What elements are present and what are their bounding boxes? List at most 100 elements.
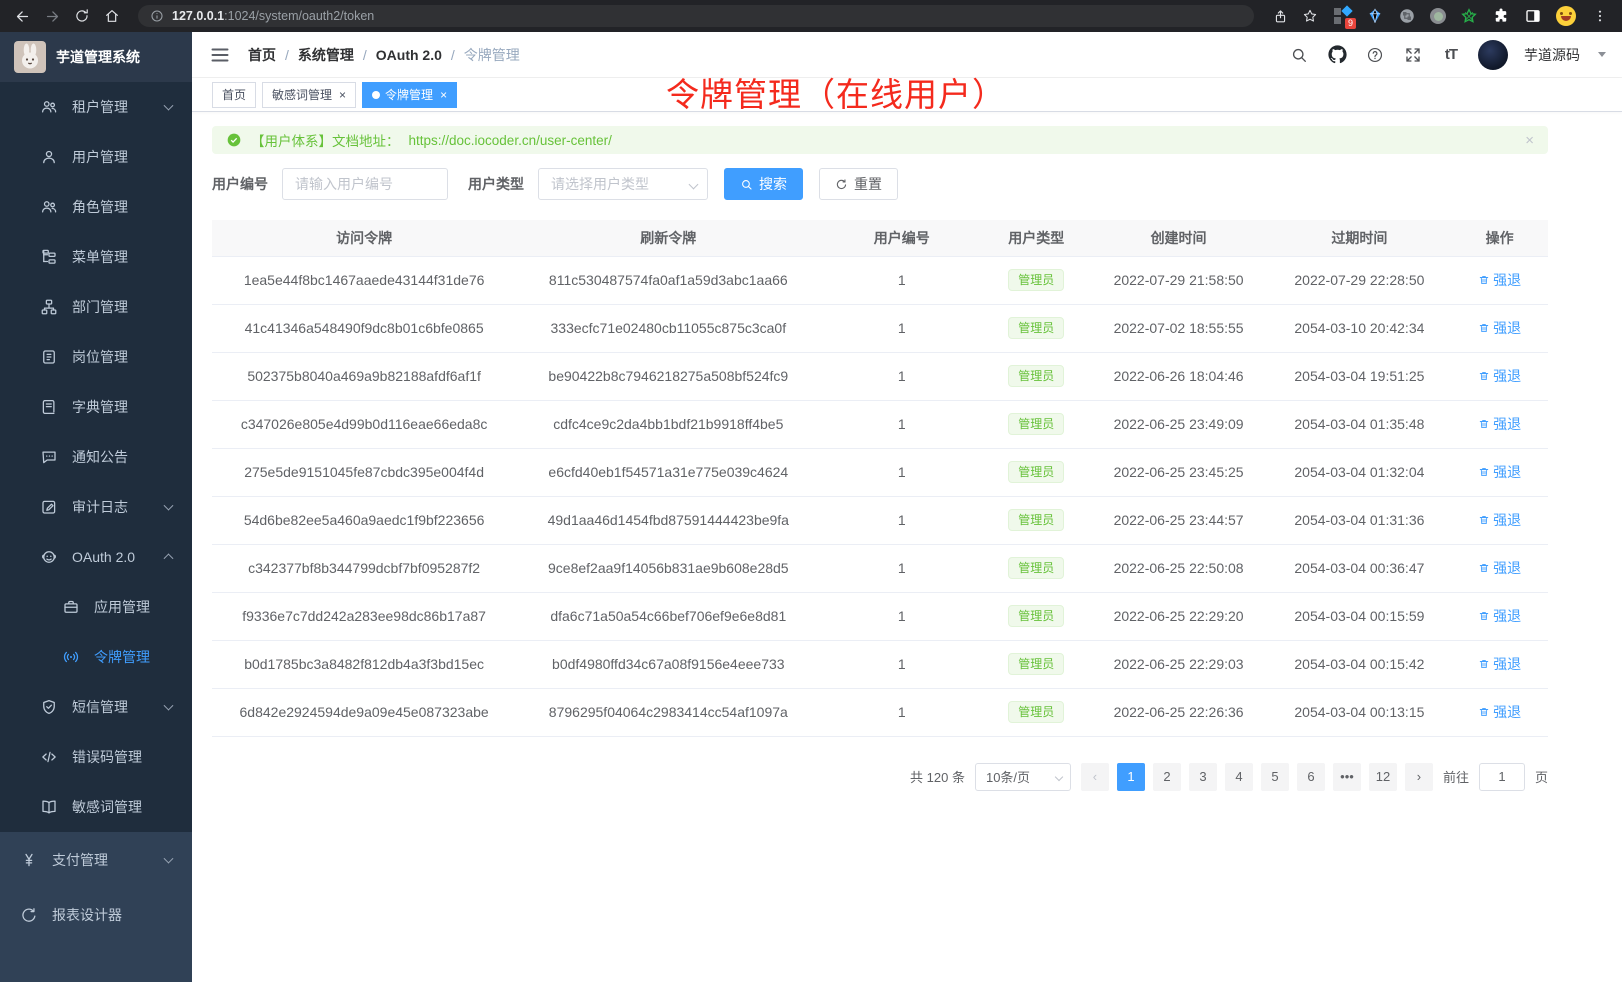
caret-down-icon[interactable] — [1598, 52, 1606, 57]
site-info-icon[interactable] — [150, 9, 164, 23]
browser-reload-button[interactable] — [70, 4, 94, 28]
sidebar-item[interactable]: 错误码管理 — [0, 732, 192, 782]
force-logout-button[interactable]: 强退 — [1478, 654, 1521, 674]
goto-page-input[interactable] — [1479, 763, 1525, 791]
username[interactable]: 芋道源码 — [1524, 45, 1580, 65]
sidebar-item[interactable]: 支付管理 — [0, 832, 192, 887]
search-icon[interactable] — [1288, 44, 1310, 66]
address-bar[interactable]: 127.0.0.1:1024/system/oauth2/token — [138, 5, 1254, 27]
close-icon[interactable]: × — [440, 89, 447, 101]
force-logout-button[interactable]: 强退 — [1478, 462, 1521, 482]
help-icon[interactable] — [1364, 44, 1386, 66]
reset-button[interactable]: 重置 — [819, 168, 898, 200]
page-number-button[interactable]: ••• — [1333, 763, 1361, 791]
page-number-button[interactable]: 1 — [1117, 763, 1145, 791]
user-avatar[interactable] — [1478, 40, 1508, 70]
sidebar-item[interactable]: 通知公告 — [0, 432, 192, 482]
force-logout-button[interactable]: 强退 — [1478, 702, 1521, 722]
alert-close-icon[interactable]: × — [1525, 132, 1534, 149]
sidebar-item[interactable]: 用户管理 — [0, 132, 192, 182]
page-number-button[interactable]: 5 — [1261, 763, 1289, 791]
page-size-select[interactable]: 10条/页 — [975, 763, 1071, 791]
force-logout-button[interactable]: 强退 — [1478, 366, 1521, 386]
search-form: 用户编号 用户类型 请选择用户类型 搜索 重置 — [212, 168, 1548, 200]
access-token-cell: b0d1785bc3a8482f812db4a3f3bd15ec — [212, 640, 516, 688]
browser-back-button[interactable] — [10, 4, 34, 28]
share-icon[interactable] — [1268, 4, 1292, 28]
page-number-button[interactable]: 6 — [1297, 763, 1325, 791]
github-icon[interactable] — [1326, 44, 1348, 66]
sidebar-item[interactable]: 租户管理 — [0, 82, 192, 132]
sidebar-item[interactable]: OAuth 2.0 — [0, 532, 192, 582]
access-token-cell: 41c41346a548490f9dc8b01c6bfe0865 — [212, 304, 516, 352]
refresh-token-cell: 333ecfc71e02480cb11055c875c3ca0f — [516, 304, 820, 352]
prev-page-button[interactable]: ‹ — [1081, 763, 1109, 791]
app-logo[interactable]: 芋道管理系统 — [0, 32, 192, 82]
sidebar-item[interactable]: 报表设计器 — [0, 887, 192, 942]
browser-home-button[interactable] — [100, 4, 124, 28]
sidebar-item[interactable]: 岗位管理 — [0, 332, 192, 382]
search-button-label: 搜索 — [759, 174, 787, 194]
sidebar-item[interactable]: 应用管理 — [0, 582, 192, 632]
force-logout-button[interactable]: 强退 — [1478, 318, 1521, 338]
browser-menu-icon[interactable] — [1588, 4, 1612, 28]
sidebar-item-label: 字典管理 — [72, 397, 128, 417]
sidebar-collapse-icon[interactable] — [208, 44, 230, 66]
sidebar-item[interactable]: 角色管理 — [0, 182, 192, 232]
user-type-badge: 管理员 — [1008, 317, 1064, 339]
sidebar-item-icon — [20, 906, 38, 924]
side-panel-icon[interactable] — [1524, 7, 1542, 25]
sidebar-item[interactable]: 审计日志 — [0, 482, 192, 532]
alert-doc-link[interactable]: https://doc.iocoder.cn/user-center/ — [409, 133, 612, 148]
fullscreen-icon[interactable] — [1402, 44, 1424, 66]
page-tab[interactable]: 令牌管理 × — [362, 82, 457, 108]
sidebar-item[interactable]: 敏感词管理 — [0, 782, 192, 832]
star-extension-icon[interactable] — [1460, 7, 1478, 25]
sidebar-item-label: 短信管理 — [72, 697, 128, 717]
sidebar-menu-bottom: 支付管理 报表设计器 — [0, 832, 192, 942]
browser-forward-button[interactable] — [40, 4, 64, 28]
user-id-input[interactable] — [282, 168, 448, 200]
next-page-button[interactable]: › — [1405, 763, 1433, 791]
settings-extension-icon[interactable] — [1398, 7, 1416, 25]
close-icon[interactable]: × — [339, 89, 346, 101]
page-number-button[interactable]: 2 — [1153, 763, 1181, 791]
create-time-cell: 2022-06-25 22:29:03 — [1090, 640, 1268, 688]
force-logout-button[interactable]: 强退 — [1478, 510, 1521, 530]
force-logout-button[interactable]: 强退 — [1478, 558, 1521, 578]
font-size-icon[interactable]: tT — [1440, 44, 1462, 66]
user-type-select[interactable]: 请选择用户类型 — [538, 168, 708, 200]
breadcrumb-oauth[interactable]: OAuth 2.0 — [376, 47, 442, 63]
page-number-button[interactable]: 3 — [1189, 763, 1217, 791]
breadcrumb-home[interactable]: 首页 — [248, 45, 276, 65]
action-cell: 强退 — [1451, 544, 1548, 592]
page-tab[interactable]: 首页 × — [212, 82, 256, 108]
user-id-label: 用户编号 — [212, 174, 268, 194]
table-row: c342377bf8b344799dcbf7bf095287f2 9ce8ef2… — [212, 544, 1548, 592]
user-type-cell: 管理员 — [983, 400, 1090, 448]
sidebar-item[interactable]: 菜单管理 — [0, 232, 192, 282]
url-path: :1024/system/oauth2/token — [224, 9, 374, 23]
sidebar-item[interactable]: 短信管理 — [0, 682, 192, 732]
profile-avatar[interactable] — [1556, 6, 1576, 26]
force-logout-button[interactable]: 强退 — [1478, 606, 1521, 626]
sidebar-item[interactable]: 字典管理 — [0, 382, 192, 432]
chevron-icon — [164, 853, 174, 863]
extension-grid-icon[interactable]: 9 — [1334, 7, 1352, 25]
sidebar-item[interactable]: 令牌管理 — [0, 632, 192, 682]
force-logout-button[interactable]: 强退 — [1478, 414, 1521, 434]
table-row: 275e5de9151045fe87cbdc395e004f4d e6cfd40… — [212, 448, 1548, 496]
sidebar-item-icon — [40, 248, 58, 266]
force-logout-button[interactable]: 强退 — [1478, 270, 1521, 290]
search-button[interactable]: 搜索 — [724, 168, 803, 200]
bookmark-star-icon[interactable] — [1298, 4, 1322, 28]
gem-extension-icon[interactable] — [1366, 7, 1384, 25]
breadcrumb-system[interactable]: 系统管理 — [298, 45, 354, 65]
user-type-badge: 管理员 — [1008, 701, 1064, 723]
recorder-extension-icon[interactable] — [1430, 8, 1446, 24]
page-tab[interactable]: 敏感词管理 × — [262, 82, 356, 108]
sidebar-item[interactable]: 部门管理 — [0, 282, 192, 332]
puzzle-extensions-icon[interactable] — [1492, 7, 1510, 25]
page-number-button[interactable]: 12 — [1369, 763, 1397, 791]
page-number-button[interactable]: 4 — [1225, 763, 1253, 791]
